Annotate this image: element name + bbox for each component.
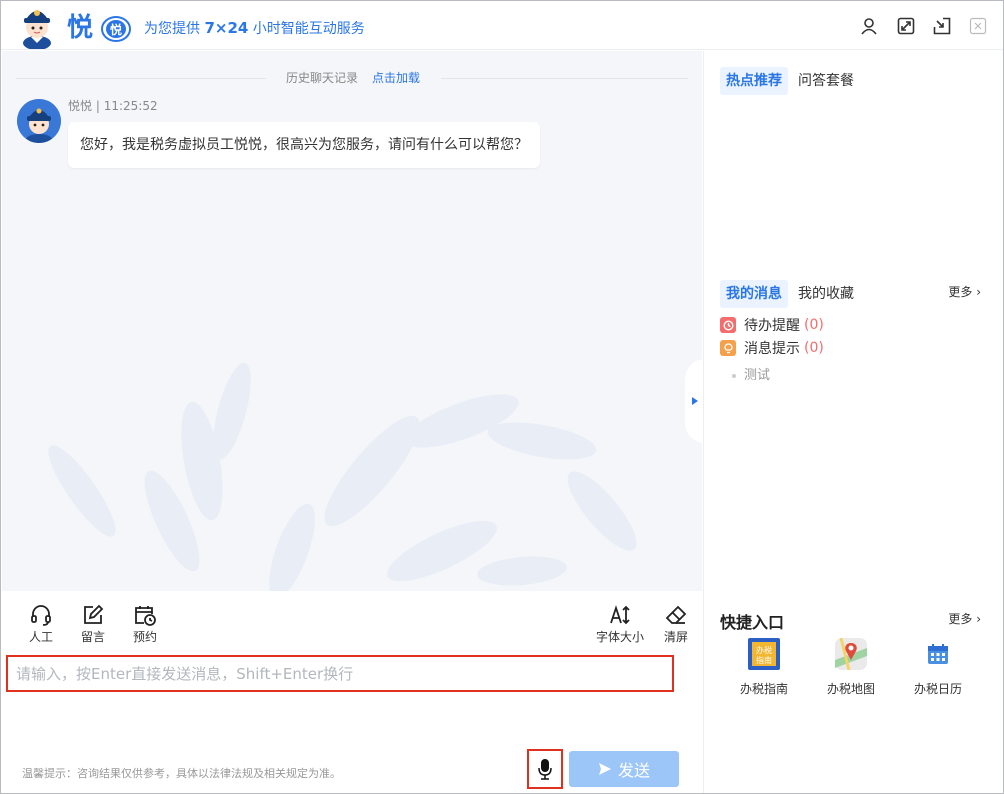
message-sub-item[interactable]: 测试 [732,364,770,383]
bulb-icon [720,340,736,356]
font-size-button[interactable]: 字体大小 [596,603,644,644]
disclaimer-hint: 温馨提示：咨询结果仅供参考，具体以法律法规及相关规定为准。 [22,767,341,780]
clear-screen-button[interactable]: 清屏 [664,603,688,644]
quick-entry-title: 快捷入口 [720,613,785,632]
tax-map-button[interactable]: 办税地图 [811,637,891,697]
send-label: 发送 [617,761,650,780]
microphone-icon [538,759,552,780]
quick-more-label: 更多 [948,612,973,626]
messages-more-label: 更多 [948,285,973,299]
brand-badge: 悦 [96,15,132,43]
appointment-button[interactable]: 预约 [133,603,157,644]
tagline-hours: 7×24 [204,19,249,37]
expand-icon[interactable] [895,15,917,37]
clock-icon [720,317,736,333]
calendar-icon [921,637,955,671]
tagline-suffix: 小时智能互动服务 [252,21,365,37]
todo-reminder-item[interactable]: 待办提醒 (0) [720,316,824,334]
send-icon [598,763,611,775]
load-history-link[interactable]: 点击加载 [372,71,420,85]
tab-my-messages[interactable]: 我的消息 [720,280,788,308]
tab-hot-recommend[interactable]: 热点推荐 [720,67,788,95]
history-bar: 历史聊天记录 点击加载 [16,71,688,85]
input-area: 温馨提示：咨询结果仅供参考，具体以法律法规及相关规定为准。 发送 [2,653,702,793]
history-divider-right [441,78,688,79]
tagline-prefix: 为您提供 [144,21,200,37]
right-panel: 热点推荐 问答套餐 我的消息 我的收藏 更多 › 待办提醒 (0) 消息提示 (… [703,51,1003,793]
human-agent-button[interactable]: 人工 [29,603,53,644]
chat-area: 历史聊天记录 点击加载 悦悦 | 11:25:52 您好，我是税务虚拟员工悦悦，很… [2,51,702,591]
tax-map-label: 办税地图 [826,682,875,696]
todo-reminder-label: 待办提醒 [744,318,800,334]
avatar [17,99,61,143]
message-sender: 悦悦 [68,99,93,113]
tax-calendar-label: 办税日历 [913,682,962,696]
message-input[interactable] [6,655,674,692]
font-size-icon [610,605,630,625]
mascot-avatar-icon [23,10,51,49]
header: 悦 悦 为您提供 7×24 小时智能互动服务 [1,1,1003,50]
clear-screen-label: 清屏 [664,630,689,644]
message-tip-label: 消息提示 [744,341,800,357]
close-icon[interactable] [967,15,989,37]
edit-icon [84,604,104,624]
tax-guide-label: 办税指南 [739,682,788,696]
chat-window: 悦 悦 为您提供 7×24 小时智能互动服务 历史聊天记录 点击加载 悦悦 | … [0,0,1004,794]
tax-guide-button[interactable]: 办税 指南 办税指南 [724,637,804,697]
send-button[interactable]: 发送 [569,751,679,787]
tagline: 为您提供 7×24 小时智能互动服务 [144,18,365,39]
tax-calendar-button[interactable]: 办税日历 [898,637,978,697]
collapse-panel-button[interactable] [685,359,705,443]
leave-message-label: 留言 [81,630,106,644]
guide-icon: 办税 指南 [747,637,781,671]
message-tabs: 我的消息 我的收藏 [720,280,864,308]
message-tip-count: (0) [804,340,824,356]
eraser-icon [665,605,687,624]
history-text: 历史聊天记录 点击加载 [286,71,420,85]
history-divider-left [16,78,266,79]
message-tip-item[interactable]: 消息提示 (0) [720,339,824,357]
message-meta: 悦悦 | 11:25:52 [68,99,158,113]
calendar-clock-icon [135,606,156,626]
brand-badge-text: 悦 [110,22,122,37]
appointment-label: 预约 [133,630,158,644]
exit-icon[interactable] [931,15,953,37]
headset-icon [31,605,51,626]
brand-logo: 悦 [67,13,94,43]
messages-more-link[interactable]: 更多 › [948,283,981,300]
wheat-watermark-icon [48,362,637,591]
quick-more-link[interactable]: 更多 › [948,610,981,627]
message-bubble: 您好，我是税务虚拟员工悦悦，很高兴为您服务，请问有什么可以帮您？ [68,122,540,168]
todo-reminder-count: (0) [804,317,824,333]
message-time: 11:25:52 [103,99,158,113]
human-agent-label: 人工 [29,630,54,644]
history-label: 历史聊天记录 [286,71,359,85]
tab-qa-package[interactable]: 问答套餐 [792,67,860,95]
toolbar: 人工 留言 预约 字体大小 清屏 [2,591,702,653]
user-icon[interactable] [858,15,880,37]
recommend-tabs: 热点推荐 问答套餐 [720,67,864,95]
leave-message-button[interactable]: 留言 [81,603,105,644]
guide-icon-text-bottom: 指南 [756,655,772,665]
voice-input-button[interactable] [527,749,563,789]
tab-my-favorites[interactable]: 我的收藏 [792,280,860,308]
guide-icon-text-top: 办税 [756,645,772,655]
font-size-label: 字体大小 [596,630,645,644]
map-icon [834,637,868,671]
triangle-right-icon [692,397,698,405]
